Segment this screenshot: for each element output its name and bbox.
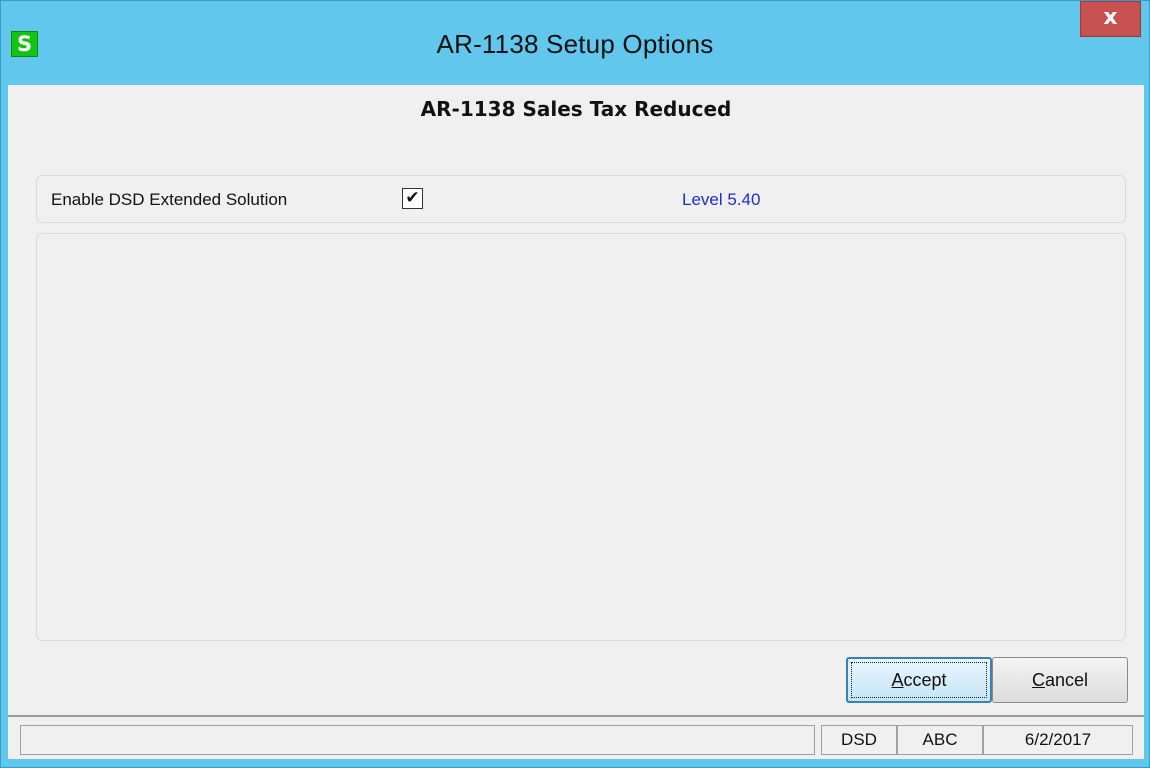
setup-options-window: S AR-1138 Setup Options x AR-1138 Sales … bbox=[0, 0, 1150, 768]
level-label: Level 5.40 bbox=[682, 190, 761, 209]
dialog-body: AR-1138 Sales Tax Reduced Enable DSD Ext… bbox=[8, 85, 1144, 759]
title-bar[interactable]: S AR-1138 Setup Options x bbox=[1, 1, 1149, 85]
cancel-mnemonic: C bbox=[1031, 670, 1045, 690]
status-user: DSD bbox=[821, 725, 897, 755]
focus-rectangle bbox=[851, 662, 987, 698]
options-panel: Enable DSD Extended Solution ✔ Level 5.4… bbox=[36, 175, 1126, 223]
enable-extended-solution-checkbox[interactable]: ✔ bbox=[402, 188, 423, 209]
close-icon[interactable]: x bbox=[1080, 1, 1141, 37]
cancel-button[interactable]: Cancel bbox=[992, 657, 1128, 703]
window-title: AR-1138 Setup Options bbox=[436, 29, 714, 59]
status-message bbox=[20, 725, 815, 755]
main-content-panel bbox=[36, 233, 1126, 641]
page-title: AR-1138 Sales Tax Reduced bbox=[420, 97, 732, 121]
cancel-label: ancel bbox=[1044, 670, 1089, 690]
enable-extended-solution-label: Enable DSD Extended Solution bbox=[51, 190, 288, 209]
status-company: ABC bbox=[897, 725, 983, 755]
checkmark-icon: ✔ bbox=[405, 188, 420, 208]
status-date: 6/2/2017 bbox=[983, 725, 1133, 755]
accept-button[interactable]: Accept bbox=[846, 657, 992, 703]
status-bar: DSD ABC 6/2/2017 bbox=[8, 715, 1144, 759]
